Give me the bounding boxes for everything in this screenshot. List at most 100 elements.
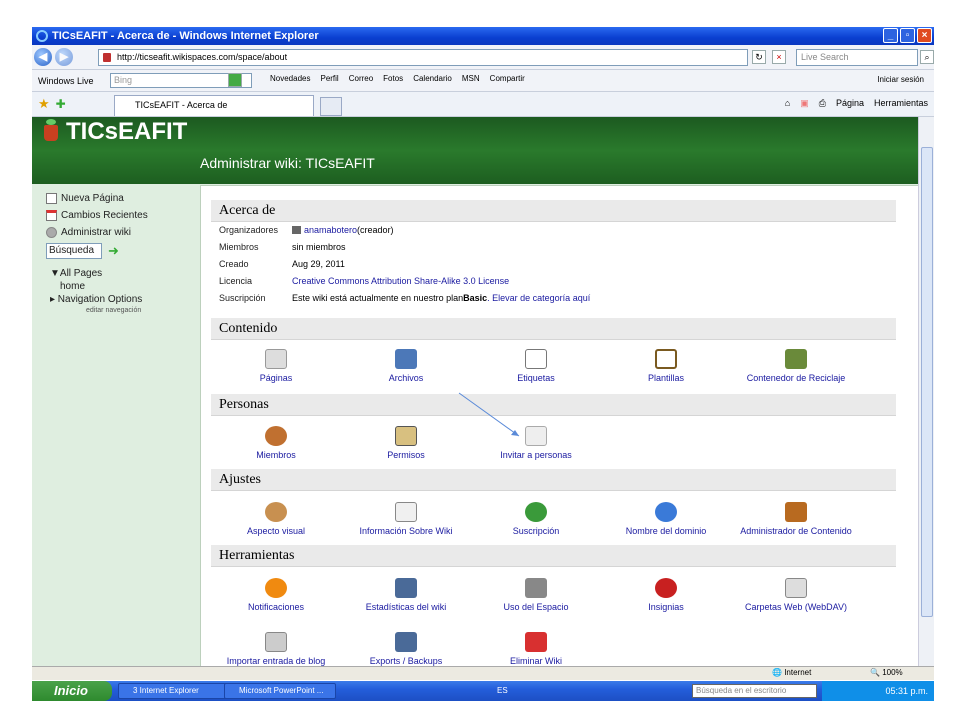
back-icon[interactable]: ◀	[34, 48, 52, 66]
sidebar-item-nueva-pagina[interactable]: Nueva Página	[46, 190, 196, 207]
bing-go-icon[interactable]	[228, 73, 242, 87]
tile-paginas[interactable]: Páginas	[206, 349, 346, 383]
link-novedades[interactable]: Novedades	[270, 74, 310, 83]
forward-icon[interactable]: ▶	[55, 48, 73, 66]
vertical-scrollbar[interactable]	[918, 117, 934, 666]
tree-all-pages[interactable]: ▼All Pages	[46, 267, 196, 280]
add-favorites-icon[interactable]: ✚	[56, 97, 66, 111]
tile-miembros[interactable]: Miembros	[206, 426, 346, 460]
live-search-input[interactable]: Live Search	[796, 48, 918, 66]
gear-icon	[46, 227, 57, 238]
link-calendario[interactable]: Calendario	[413, 74, 452, 83]
start-button[interactable]: Inicio	[32, 681, 112, 701]
edit-navigation-link[interactable]: editar navegación	[46, 307, 196, 314]
stop-icon[interactable]: ×	[772, 50, 786, 64]
sidebar-item-administrar[interactable]: Administrar wiki	[46, 224, 196, 241]
signin-link[interactable]: Iniciar sesión	[877, 75, 924, 84]
section-ajustes: Ajustes	[211, 469, 896, 491]
section-personas: Personas	[211, 394, 896, 416]
close-button[interactable]: ×	[917, 28, 932, 43]
upgrade-link[interactable]: . Elevar de categoría aquí	[487, 290, 590, 307]
windows-live-toolbar: Windows Live Bing Novedades Perfil Corre…	[32, 70, 934, 92]
site-logo[interactable]: TICsEAFIT	[44, 118, 187, 146]
page-content: TICsEAFIT Administrar wiki: TICsEAFIT Nu…	[32, 117, 918, 666]
tile-permisos[interactable]: Permisos	[336, 426, 476, 460]
tile-notificaciones[interactable]: Notificaciones	[206, 578, 346, 612]
home-icon[interactable]: ⌂	[785, 98, 790, 109]
content-manager-icon	[785, 502, 807, 522]
invite-icon	[525, 426, 547, 446]
info-value: Este wiki está actualmente en nuestro pl…	[292, 293, 464, 303]
tile-archivos[interactable]: Archivos	[336, 349, 476, 383]
sidebar-search-input[interactable]: Búsqueda	[46, 243, 102, 259]
zoom-level[interactable]: 🔍 100%	[870, 668, 903, 677]
badge-icon	[655, 578, 677, 598]
print-icon[interactable]: ⎙	[819, 98, 826, 109]
new-tab-button[interactable]	[320, 97, 342, 116]
tile-eliminar[interactable]: Eliminar Wiki	[466, 632, 606, 666]
tile-uso-espacio[interactable]: Uso del Espacio	[466, 578, 606, 612]
task-internet-explorer[interactable]: 3 Internet Explorer	[118, 683, 228, 699]
tree-home[interactable]: home	[46, 280, 196, 293]
desktop-search-input[interactable]: Búsqueda en el escritorio	[692, 684, 817, 698]
recycle-bin-icon	[785, 349, 807, 369]
language-indicator[interactable]: ES	[497, 686, 508, 695]
link-compartir[interactable]: Compartir	[490, 74, 525, 83]
clipboard-icon	[655, 349, 677, 369]
organizer-role: (creador)	[357, 225, 394, 235]
taskbar: Inicio 3 Internet Explorer Microsoft Pow…	[32, 681, 934, 701]
favorites-star-icon[interactable]: ★	[38, 96, 50, 112]
address-url: http://ticseafit.wikispaces.com/space/ab…	[117, 51, 288, 62]
tile-dominio[interactable]: Nombre del dominio	[596, 502, 736, 536]
pointer-arrow	[458, 392, 520, 437]
about-info: Organizadores anamabotero (creador) Miemb…	[219, 222, 590, 307]
link-perfil[interactable]: Perfil	[320, 74, 338, 83]
tile-webdav[interactable]: Carpetas Web (WebDAV)	[726, 578, 866, 612]
address-input[interactable]: http://ticseafit.wikispaces.com/space/ab…	[98, 48, 748, 66]
main-panel: Acerca de Organizadores anamabotero (crea…	[200, 185, 918, 666]
refresh-icon[interactable]: ↻	[752, 50, 766, 64]
tile-reciclaje[interactable]: Contenedor de Reciclaje	[726, 349, 866, 383]
page-subtitle: Administrar wiki: TICsEAFIT	[200, 155, 375, 171]
link-msn[interactable]: MSN	[462, 74, 480, 83]
link-correo[interactable]: Correo	[349, 74, 373, 83]
sidebar: Nueva Página Cambios Recientes Administr…	[46, 190, 196, 314]
plant-icon	[44, 118, 58, 141]
info-label: Licencia	[219, 276, 253, 286]
link-fotos[interactable]: Fotos	[383, 74, 403, 83]
tile-suscripcion[interactable]: Suscripción	[466, 502, 606, 536]
tile-etiquetas[interactable]: Etiquetas	[466, 349, 606, 383]
address-bar-row: ◀ ▶ http://ticseafit.wikispaces.com/spac…	[32, 45, 934, 70]
tile-estadisticas[interactable]: Estadísticas del wiki	[336, 578, 476, 612]
minimize-button[interactable]: _	[883, 28, 898, 43]
folder-icon	[395, 349, 417, 369]
tile-administrador-contenido[interactable]: Administrador de Contenido	[726, 502, 866, 536]
tile-plantillas[interactable]: Plantillas	[596, 349, 736, 383]
tab-active[interactable]: TICsEAFIT - Acerca de	[114, 95, 314, 116]
tools-menu[interactable]: Herramientas	[874, 98, 928, 109]
tile-importar-blog[interactable]: Importar entrada de blog	[206, 632, 346, 666]
tile-aspecto[interactable]: Aspecto visual	[206, 502, 346, 536]
tile-exports[interactable]: Exports / Backups	[336, 632, 476, 666]
search-icon[interactable]: ⌕	[920, 50, 934, 64]
search-go-icon[interactable]: ➜	[108, 243, 119, 259]
web-folders-icon	[785, 578, 807, 598]
task-powerpoint[interactable]: Microsoft PowerPoint ...	[224, 683, 336, 699]
feeds-icon[interactable]: ▣	[800, 98, 809, 109]
tree-navigation-options[interactable]: ▸ Navigation Options	[46, 293, 196, 306]
alert-icon	[265, 578, 287, 598]
disk-usage-icon	[525, 578, 547, 598]
page-menu[interactable]: Página	[836, 98, 864, 109]
sidebar-item-cambios[interactable]: Cambios Recientes	[46, 207, 196, 224]
section-contenido: Contenido	[211, 318, 896, 340]
license-link[interactable]: Creative Commons Attribution Share-Alike…	[292, 273, 509, 290]
tile-informacion[interactable]: Información Sobre Wiki	[336, 502, 476, 536]
section-acerca-de: Acerca de	[211, 200, 896, 222]
page-icon	[46, 193, 57, 204]
info-value: sin miembros	[292, 242, 346, 252]
organizer-link[interactable]: anamabotero	[304, 222, 357, 239]
tile-insignias[interactable]: Insignias	[596, 578, 736, 612]
info-label: Suscripción	[219, 293, 266, 303]
maximize-button[interactable]: ▫	[900, 28, 915, 43]
scroll-thumb[interactable]	[921, 147, 933, 617]
